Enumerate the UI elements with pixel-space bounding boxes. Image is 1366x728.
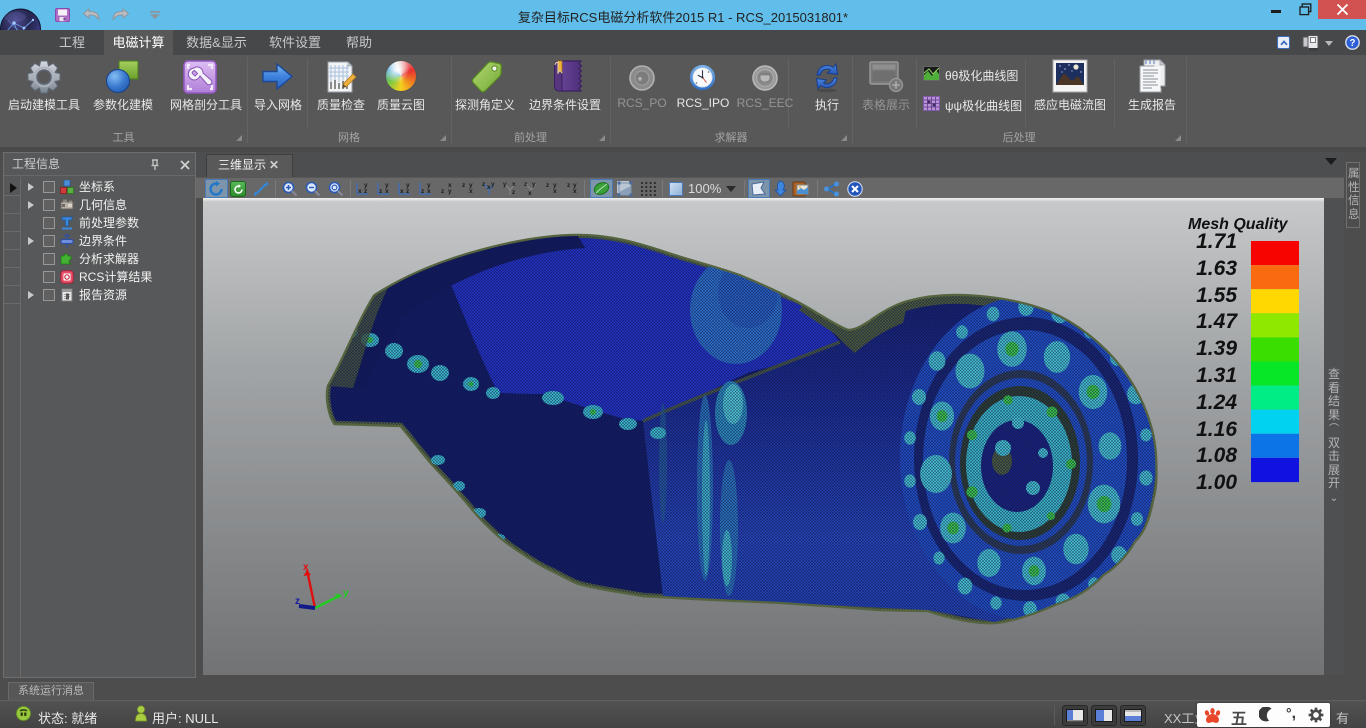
svg-text:z: z — [441, 188, 445, 195]
svg-text:1.16: 1.16 — [1196, 418, 1237, 441]
svg-text:x: x — [553, 188, 557, 195]
svg-text:y: y — [448, 188, 452, 195]
svg-text:z: z — [524, 181, 528, 188]
svg-text:x: x — [512, 181, 516, 188]
svg-text:y: y — [532, 181, 536, 188]
svg-text:1.31: 1.31 — [1196, 364, 1237, 387]
svg-text:x: x — [400, 188, 404, 195]
svg-text:y: y — [491, 181, 495, 188]
svg-text:1.71: 1.71 — [1196, 230, 1237, 253]
svg-text:x: x — [573, 188, 577, 195]
svg-text:1.47: 1.47 — [1196, 310, 1238, 333]
svg-text:z: z — [546, 182, 550, 189]
svg-text:z: z — [462, 182, 466, 189]
svg-text:x: x — [385, 188, 389, 195]
svg-text:x: x — [427, 188, 431, 195]
svg-text:y: y — [343, 588, 349, 599]
svg-text:x: x — [358, 188, 362, 195]
svg-text:?: ? — [1350, 38, 1356, 49]
svg-text:x: x — [303, 562, 309, 573]
svg-text:y: y — [503, 181, 507, 188]
svg-text:z: z — [512, 189, 516, 196]
svg-text:x: x — [469, 188, 473, 195]
svg-text:x: x — [487, 184, 491, 191]
svg-text:1.00: 1.00 — [1196, 471, 1237, 494]
svg-text:x: x — [528, 190, 532, 197]
svg-text:1.39: 1.39 — [1196, 337, 1237, 360]
svg-text:1.08: 1.08 — [1196, 444, 1237, 467]
svg-text:z: z — [482, 181, 486, 188]
svg-text:z: z — [295, 596, 300, 607]
svg-text:1.55: 1.55 — [1196, 284, 1237, 307]
svg-text:z: z — [567, 182, 571, 189]
svg-text:1.63: 1.63 — [1196, 257, 1237, 280]
svg-text:1.24: 1.24 — [1196, 391, 1237, 414]
